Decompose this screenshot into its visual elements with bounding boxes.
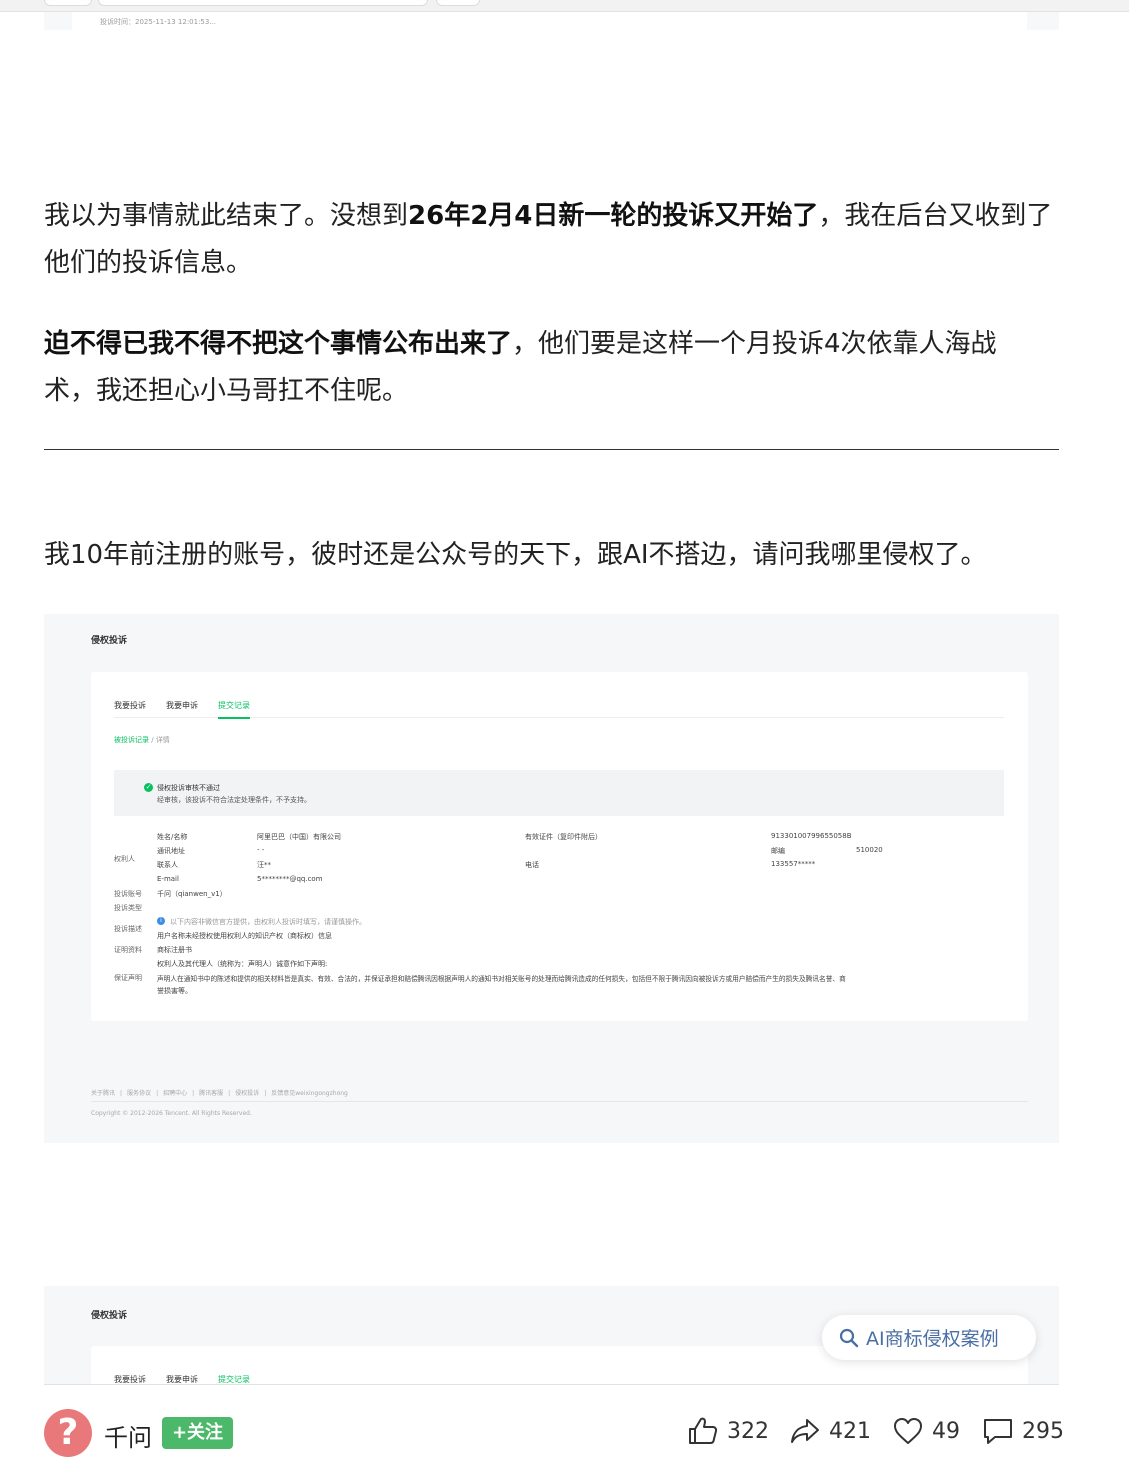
comment-button[interactable]: 295 <box>982 1414 1064 1448</box>
follow-button[interactable]: +关注 <box>162 1417 233 1449</box>
heart-icon <box>894 1418 922 1444</box>
comment-count: 295 <box>1022 1418 1064 1444</box>
tab-submit-records[interactable]: 提交记录 <box>218 1374 250 1384</box>
like-button[interactable]: 322 <box>687 1414 769 1448</box>
status-title: 侵权投诉审核不通过 <box>157 784 220 792</box>
share-button[interactable]: 421 <box>789 1414 871 1448</box>
tab-submit-records[interactable]: 提交记录 <box>218 700 250 719</box>
favorite-count: 49 <box>932 1418 960 1444</box>
guarantee-line: 声明人在通知书中的陈述和提供的相关材料皆是真实、有效、合法的，并保证承担和赔偿腾… <box>157 975 846 983</box>
screenshot-title: 侵权投诉 <box>91 1311 128 1321</box>
paragraph-1: 我以为事情就此结束了。没想到26年2月4日新一轮的投诉又开始了，我在后台又收到了… <box>44 201 1053 278</box>
tab-appeal[interactable]: 我要申诉 <box>166 1374 198 1384</box>
guarantee-line: 誉损害等。 <box>157 987 192 995</box>
tab-bar: 我要投诉 我要申诉 提交记录 <box>114 1374 1004 1384</box>
field-label: 姓名/名称 <box>157 833 188 841</box>
share-icon <box>791 1419 819 1443</box>
avatar[interactable]: ? <box>44 1409 92 1457</box>
screenshot-title: 侵权投诉 <box>91 636 128 646</box>
field-value[interactable]: 商标注册书 <box>157 945 192 955</box>
field-label: 保证声明 <box>114 974 142 982</box>
tab-complain[interactable]: 我要投诉 <box>114 1374 146 1384</box>
footer-link[interactable]: 招聘中心 <box>163 1090 187 1097</box>
footer-link[interactable]: 腾讯客服 <box>199 1090 223 1097</box>
footer-link[interactable]: 反馈意见weixingongzhong <box>271 1090 348 1097</box>
footer-link[interactable]: 侵权投诉 <box>235 1090 259 1097</box>
status-desc: 经审核，该投诉不符合法定处理条件，不予支持。 <box>157 796 311 804</box>
breadcrumb: 被投诉记录 / 详情 <box>114 736 170 744</box>
copyright: Copyright © 2012-2026 Tencent. All Right… <box>91 1110 252 1117</box>
field-value: 阿里巴巴（中国）有限公司 <box>257 833 341 841</box>
footer-link[interactable]: 关于腾讯 <box>91 1090 115 1097</box>
share-count: 421 <box>829 1418 871 1444</box>
field-label: 邮编 <box>771 847 785 855</box>
field-label: 投诉账号 <box>114 890 142 898</box>
previous-screenshot-fragment: 投诉时间：2025-11-13 12:01:53... <box>44 12 1059 30</box>
complaint-screenshot[interactable]: 侵权投诉 我要投诉 我要申诉 提交记录 被投诉记录 / 详情 ✓ 侵权投诉审核不… <box>44 614 1059 1143</box>
author-name[interactable]: 千问 <box>104 1418 152 1453</box>
check-icon: ✓ <box>144 783 153 792</box>
tab-bar: 我要投诉 我要申诉 提交记录 <box>114 700 1004 719</box>
field-label: E-mail <box>157 875 179 883</box>
review-status-banner: ✓ 侵权投诉审核不通过 经审核，该投诉不符合法定处理条件，不予支持。 <box>114 770 1004 816</box>
field-value: - - <box>257 846 265 854</box>
complaint-detail-card: 我要投诉 我要申诉 提交记录 被投诉记录 / 详情 ✓ 侵权投诉审核不通过 经审… <box>91 672 1028 1021</box>
top-address-pill[interactable] <box>98 0 428 6</box>
thumbs-up-icon <box>689 1417 718 1444</box>
field-value: 91330100799655058B <box>771 832 852 840</box>
guarantee-line: 权利人及其代理人（统称为：声明人）诚意作如下声明: <box>157 960 328 968</box>
footer-divider <box>91 1101 1028 1102</box>
top-pill[interactable] <box>436 0 480 6</box>
paragraph-3: 我10年前注册的账号，彼时还是公众号的天下，跟AI不搭边，请问我哪里侵权了。 <box>44 540 987 570</box>
divider <box>44 1384 1059 1385</box>
tab-complain[interactable]: 我要投诉 <box>114 700 146 711</box>
favorite-button[interactable]: 49 <box>892 1414 960 1448</box>
page: 投诉时间：2025-11-13 12:01:53... 我以为事情就此结束了。没… <box>0 0 1129 1470</box>
complaint-time: 投诉时间：2025-11-13 12:01:53... <box>100 18 217 26</box>
top-pill[interactable] <box>44 0 92 6</box>
field-label: 通讯地址 <box>157 847 185 855</box>
field-label: 电话 <box>525 861 539 869</box>
field-value: 汪** <box>257 861 271 869</box>
search-icon <box>839 1328 859 1347</box>
field-label: 投诉类型 <box>114 904 142 912</box>
like-count: 322 <box>727 1418 769 1444</box>
comment-icon <box>984 1419 1012 1444</box>
ai-search-label: AI商标侵权案例 <box>866 1328 999 1350</box>
tab-appeal[interactable]: 我要申诉 <box>166 700 198 711</box>
breadcrumb-current: 详情 <box>155 736 170 744</box>
rights-holder-label: 权利人 <box>114 855 135 863</box>
ai-search-chip[interactable]: AI商标侵权案例 <box>822 1315 1036 1360</box>
field-label: 有效证件（复印件附后） <box>525 833 602 841</box>
field-label: 投诉描述 <box>114 925 142 933</box>
field-label: 联系人 <box>157 861 178 869</box>
browser-top-strip <box>0 0 1129 12</box>
paragraph-2: 迫不得已我不得不把这个事情公布出来了，他们要是这样一个月投诉4次依靠人海战术，我… <box>44 329 997 406</box>
footer-links: 关于腾讯 | 服务协议 | 招聘中心 | 腾讯客服 | 侵权投诉 | 反馈意见weixingongz… <box>91 1090 348 1097</box>
field-value: 5********@qq.com <box>257 875 323 883</box>
field-value: 510020 <box>856 846 883 854</box>
breadcrumb-link[interactable]: 被投诉记录 <box>114 736 149 744</box>
field-value: 用户名称未经授权使用权利人的知识产权（商标权）信息 <box>157 932 332 940</box>
divider <box>44 449 1059 450</box>
field-label: 证明资料 <box>114 946 142 954</box>
info-icon: i <box>157 917 165 925</box>
desc-notice: 以下内容非微信官方提供，由权利人投诉时填写，请谨慎操作。 <box>170 918 366 926</box>
field-value: 千问（qianwen_v1） <box>157 890 227 898</box>
footer-link[interactable]: 服务协议 <box>127 1090 151 1097</box>
field-value: 133557***** <box>771 860 816 868</box>
bottom-action-bar: ? 千问 +关注 322 421 49 295 <box>0 1384 1129 1470</box>
